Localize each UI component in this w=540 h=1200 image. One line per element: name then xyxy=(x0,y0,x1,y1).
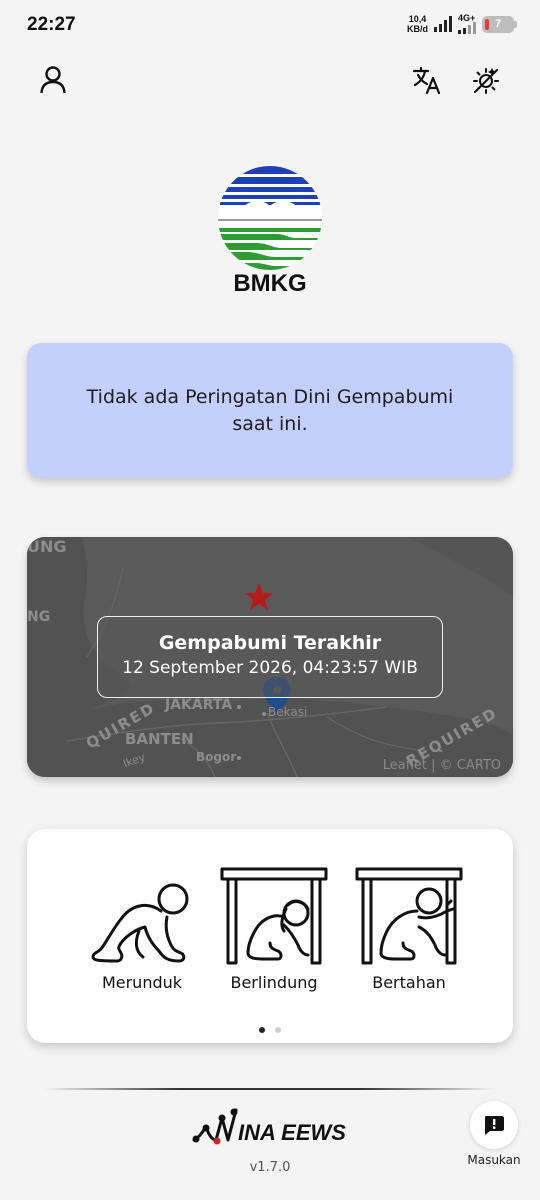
latest-earthquake-info[interactable]: Gempabumi Terakhir 12 September 2026, 04… xyxy=(97,616,443,698)
translate-icon xyxy=(412,66,441,95)
brand-name: BMKG xyxy=(233,270,307,297)
latest-earthquake-card[interactable]: UNG NG JAKARTA Bekasi BANTEN Bogor QUIRE… xyxy=(27,537,513,777)
app-version: v1.7.0 xyxy=(249,1160,291,1175)
feedback-label: Masukan xyxy=(467,1153,521,1167)
map-label-banten: BANTEN xyxy=(125,730,194,748)
cover-pose-icon xyxy=(220,867,328,965)
warning-message: Tidak ada Peringatan Dini Gempabumi saat… xyxy=(86,385,454,435)
status-time: 22:27 xyxy=(27,14,76,35)
theme-toggle-icon xyxy=(473,67,499,94)
tip-berlindung[interactable]: Berlindung xyxy=(214,865,334,992)
map-label-top-left: UNG xyxy=(27,537,67,556)
battery-icon: 7 xyxy=(482,15,517,33)
hold-on-pose-icon xyxy=(355,867,463,965)
tip-label: Berlindung xyxy=(230,973,318,992)
app-name: INA EEWS xyxy=(238,1120,346,1145)
safety-tips-carousel[interactable]: Merunduk Berlindung Bertahan xyxy=(27,829,513,1043)
signal-icon-secondary xyxy=(458,22,476,34)
map-attribution[interactable]: Leaflet | © CARTO xyxy=(383,758,501,773)
latest-earthquake-title: Gempabumi Terakhir xyxy=(158,632,382,654)
carousel-dot[interactable] xyxy=(259,1027,265,1033)
feedback-button[interactable] xyxy=(470,1101,518,1149)
drop-pose-icon xyxy=(91,883,189,963)
tip-label: Bertahan xyxy=(372,973,446,992)
latest-earthquake-datetime: 12 September 2026, 04:23:57 WIB xyxy=(122,658,418,678)
status-bar: 22:27 10,4 KB/d 4G+ 7 xyxy=(0,0,540,52)
carousel-indicator[interactable] xyxy=(27,1027,513,1033)
map-label-bekasi: Bekasi xyxy=(268,705,308,719)
profile-button[interactable] xyxy=(33,60,73,100)
ina-eews-logo-icon: INA EEWS xyxy=(192,1108,346,1145)
tip-bertahan[interactable]: Bertahan xyxy=(349,865,469,992)
map-label-mid-left: NG xyxy=(27,609,51,625)
signal-icon xyxy=(434,16,452,32)
bmkg-logo-icon xyxy=(218,166,322,270)
tip-merunduk[interactable]: Merunduk xyxy=(82,865,202,992)
translate-button[interactable] xyxy=(407,60,447,100)
map-label-jakarta: JAKARTA xyxy=(165,697,233,713)
map-label-bogor: Bogor xyxy=(196,750,237,764)
network-type: 4G+ xyxy=(458,13,476,23)
footer-divider xyxy=(44,1088,496,1090)
network-speed: 10,4 KB/d xyxy=(407,14,428,34)
early-warning-card[interactable]: Tidak ada Peringatan Dini Gempabumi saat… xyxy=(27,343,513,478)
tip-label: Merunduk xyxy=(101,973,183,992)
carousel-dot[interactable] xyxy=(275,1027,281,1033)
feedback-icon xyxy=(485,1116,504,1135)
theme-toggle-button[interactable] xyxy=(466,60,506,100)
status-indicators: 10,4 KB/d 4G+ 7 xyxy=(407,13,517,34)
person-icon xyxy=(40,66,66,94)
